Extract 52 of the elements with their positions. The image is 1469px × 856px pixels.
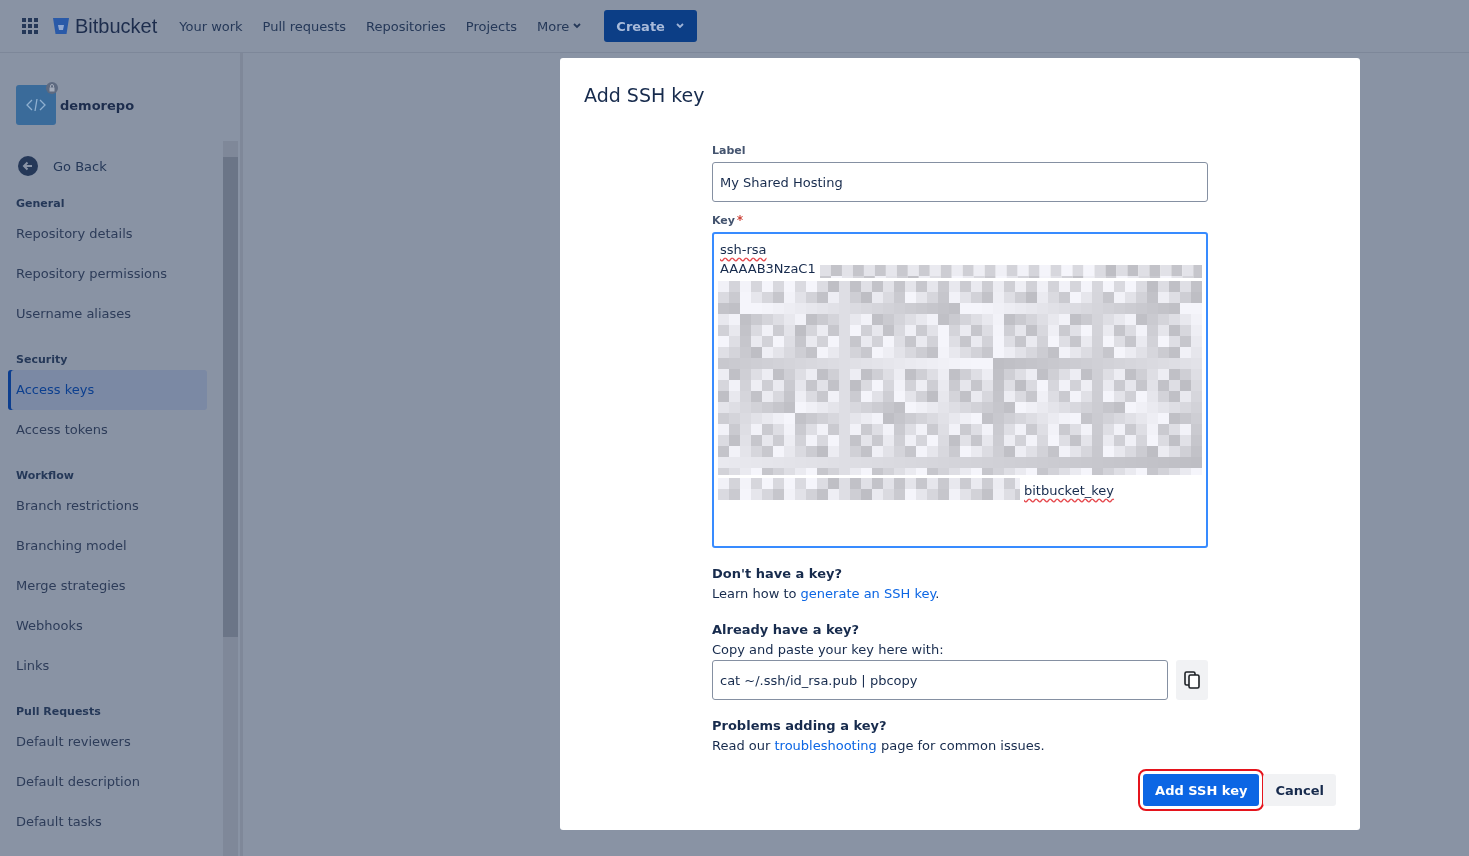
code-icon xyxy=(26,99,46,111)
field-label: Key xyxy=(712,214,735,227)
sidebar-item[interactable]: Repository permissions xyxy=(8,254,207,294)
copy-button[interactable] xyxy=(1176,660,1208,700)
sidebar-item[interactable]: Branching model xyxy=(8,526,207,566)
help-text: Copy and paste your key here with: xyxy=(712,641,945,659)
repository-name[interactable]: demorepo xyxy=(60,97,135,113)
help-text: Read our troubleshooting page for common issues. xyxy=(712,737,1046,755)
section-heading: General xyxy=(15,196,66,212)
section-heading: Workflow xyxy=(15,468,75,484)
brand-name: Bitbucket xyxy=(75,14,158,38)
help-text: Learn how to generate an SSH key. xyxy=(712,585,941,603)
copy-icon xyxy=(1184,671,1200,689)
sidebar-item[interactable]: Branch restrictions xyxy=(8,486,207,526)
sidebar-item[interactable]: Merge strategies xyxy=(8,566,207,606)
dialog-title: Add SSH key xyxy=(584,84,705,106)
section-heading: Security xyxy=(15,352,69,368)
sidebar-item[interactable]: Access tokens xyxy=(8,410,207,450)
key-text: bitbucket_key xyxy=(1023,482,1116,500)
nav-link[interactable]: Pull requests xyxy=(262,18,346,34)
field-label: Label xyxy=(712,144,746,157)
scrollbar[interactable] xyxy=(223,141,238,856)
logo[interactable]: Bitbucket xyxy=(52,14,158,38)
bucket-icon xyxy=(52,17,70,35)
key-text: AAAAB3NzaC1 xyxy=(719,260,817,278)
sidebar-item[interactable]: Default reviewers xyxy=(8,722,207,762)
sidebar-item[interactable]: Repository details xyxy=(8,214,207,254)
key-text: ssh-rsa xyxy=(719,241,768,259)
go-back-link[interactable]: Go Back xyxy=(8,154,223,178)
help-heading: Don't have a key? xyxy=(712,565,843,583)
chevron-down-icon xyxy=(674,21,685,31)
sidebar-item[interactable]: Username aliases xyxy=(8,294,207,334)
lock-icon xyxy=(46,82,58,94)
nav-link[interactable]: Your work xyxy=(179,18,243,34)
nav-link[interactable]: Repositories xyxy=(366,18,446,34)
sidebar-item[interactable]: Default description xyxy=(8,762,207,802)
app-switcher-icon[interactable] xyxy=(22,18,38,34)
sidebar-item[interactable]: Default tasks xyxy=(8,802,207,842)
chevron-down-icon xyxy=(572,21,583,31)
sidebar-item[interactable]: Webhooks xyxy=(8,606,207,646)
help-heading: Problems adding a key? xyxy=(712,717,888,735)
command-field[interactable]: cat ~/.ssh/id_rsa.pub | pbcopy xyxy=(712,660,1168,700)
help-link[interactable]: troubleshooting xyxy=(774,738,877,753)
cancel-button[interactable]: Cancel xyxy=(1263,774,1336,806)
create-button[interactable]: Create xyxy=(604,10,697,42)
label-input-field[interactable]: My Shared Hosting xyxy=(712,162,1208,202)
help-heading: Already have a key? xyxy=(712,621,861,639)
sidebar-item[interactable]: Links xyxy=(8,646,207,686)
nav-link[interactable]: Projects xyxy=(465,18,518,34)
section-heading: Pull Requests xyxy=(15,704,102,720)
sidebar-item[interactable]: Access keys xyxy=(8,370,207,410)
nav-link[interactable]: More xyxy=(537,18,583,34)
